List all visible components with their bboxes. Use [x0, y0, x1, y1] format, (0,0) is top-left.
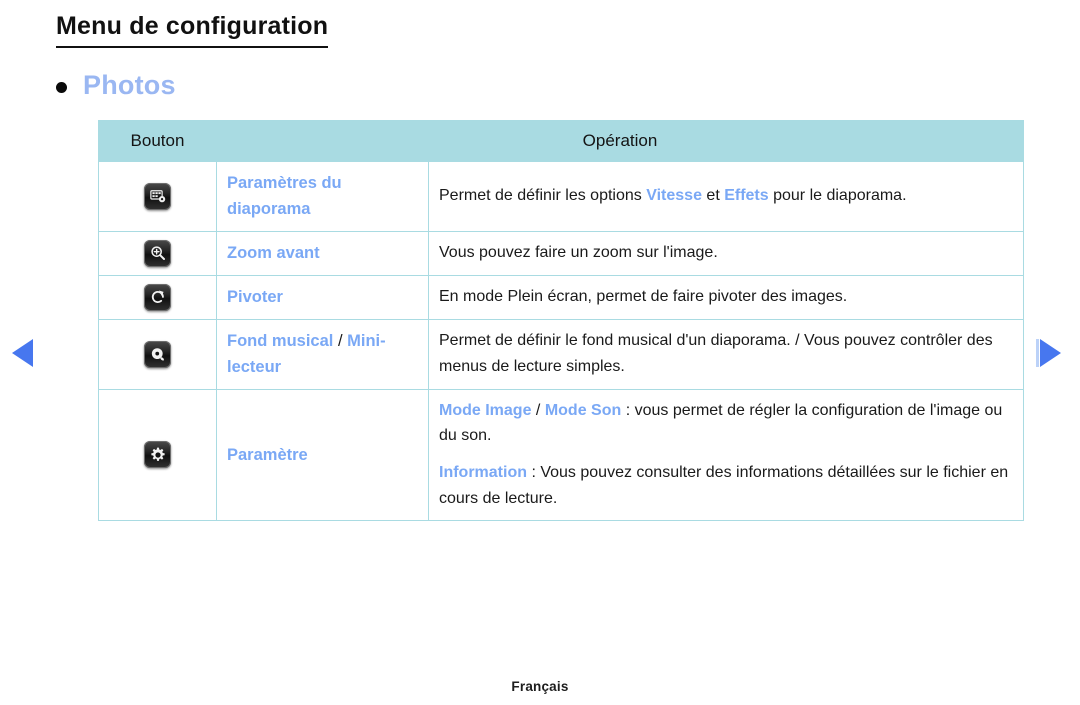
operation-text-run: Permet de définir le fond musical d'un d… [439, 332, 993, 376]
button-name-cell: Paramètres du diaporama [216, 161, 429, 232]
page-title: Menu de configuration [56, 12, 329, 48]
button-name-text-run: Paramètres du diaporama [227, 174, 342, 219]
operation-text-run: Permet de définir les options [439, 187, 647, 205]
operation-paragraph: Vous pouvez faire un zoom sur l'image. [439, 240, 1013, 266]
operation-text-run: En mode Plein écran, permet de faire piv… [439, 288, 848, 306]
column-header-button: Bouton [98, 120, 217, 162]
operation-description-cell: Permet de définir le fond musical d'un d… [428, 318, 1024, 390]
button-operation-table-wrapper: Bouton Opération Paramètres du diaporama… [98, 120, 1024, 522]
operation-text-run: / [531, 401, 545, 419]
button-name-text-run: Fond musical [227, 331, 334, 350]
table-row: Zoom avant Vous pouvez faire un zoom sur … [98, 230, 1024, 276]
button-name-cell: Pivoter [216, 274, 429, 320]
section-heading-label: Photos [83, 70, 176, 100]
button-name-cell: Paramètre [216, 388, 429, 522]
slideshow-settings-icon [144, 182, 171, 210]
rotate-icon [144, 283, 171, 311]
footer-language-label: Français [511, 679, 569, 694]
operation-paragraph: Information : Vous pouvez consulter des … [439, 460, 1013, 512]
button-icon-cell [98, 230, 217, 276]
music-disc-icon [144, 340, 171, 368]
button-icon-cell [98, 274, 217, 320]
operation-paragraph: Permet de définir les options Vitesse et… [439, 183, 1013, 209]
arrow-edge-bar [1036, 339, 1039, 367]
operation-description-cell: En mode Plein écran, permet de faire piv… [428, 274, 1024, 320]
button-name-cell: Zoom avant [216, 230, 429, 276]
zoom-in-icon [144, 239, 171, 267]
table-row: Fond musical / Mini-lecteur Permet de déf… [98, 318, 1024, 390]
operation-text-run: Vitesse [646, 187, 702, 205]
button-name-text-run: Paramètre [227, 445, 308, 464]
bullet-dot-icon [56, 81, 67, 93]
operation-description-cell: Permet de définir les options Vitesse et… [428, 161, 1024, 232]
operation-text-run: Mode Image [439, 401, 532, 419]
triangle-right-icon [1040, 339, 1061, 367]
table-row: Paramètre Mode Image / Mode Son : vous pe… [98, 388, 1024, 522]
table-row: Paramètres du diaporama Permet de définir… [98, 161, 1024, 232]
table-row: Pivoter En mode Plein écran, permet de fa… [98, 274, 1024, 320]
button-name-cell: Fond musical / Mini-lecteur [216, 318, 429, 390]
button-name-text-run: Pivoter [227, 288, 283, 307]
operation-description-cell: Vous pouvez faire un zoom sur l'image. [428, 230, 1024, 276]
column-header-operation: Opération [216, 120, 1024, 162]
gear-icon [144, 441, 171, 469]
button-icon-cell [98, 388, 217, 522]
operation-text-run: Effets [724, 187, 769, 205]
operation-description-cell: Mode Image / Mode Son : vous permet de r… [428, 388, 1024, 522]
button-name-text-run: Zoom avant [227, 244, 320, 263]
table-header-row: Bouton Opération [98, 120, 1024, 162]
operation-paragraph: Permet de définir le fond musical d'un d… [439, 328, 1013, 380]
section-heading: Photos [56, 70, 176, 101]
operation-text-run: Information [439, 464, 527, 482]
button-icon-cell [98, 318, 217, 390]
button-operation-table: Bouton Opération Paramètres du diaporama… [98, 120, 1024, 522]
next-page-arrow[interactable] [1036, 336, 1070, 370]
operation-text-run: Vous pouvez faire un zoom sur l'image. [439, 244, 718, 262]
button-icon-cell [98, 161, 217, 232]
operation-text-run: et [701, 187, 725, 205]
button-name-text-run: / [333, 331, 348, 350]
operation-paragraph: En mode Plein écran, permet de faire piv… [439, 284, 1013, 310]
previous-page-arrow[interactable] [12, 336, 46, 370]
table-body: Paramètres du diaporama Permet de définir… [98, 161, 1024, 522]
triangle-left-icon [12, 339, 33, 367]
operation-text-run: pour le diaporama. [768, 187, 907, 205]
operation-paragraph: Mode Image / Mode Son : vous permet de r… [439, 398, 1013, 450]
operation-text-run: Mode Son [544, 401, 622, 419]
